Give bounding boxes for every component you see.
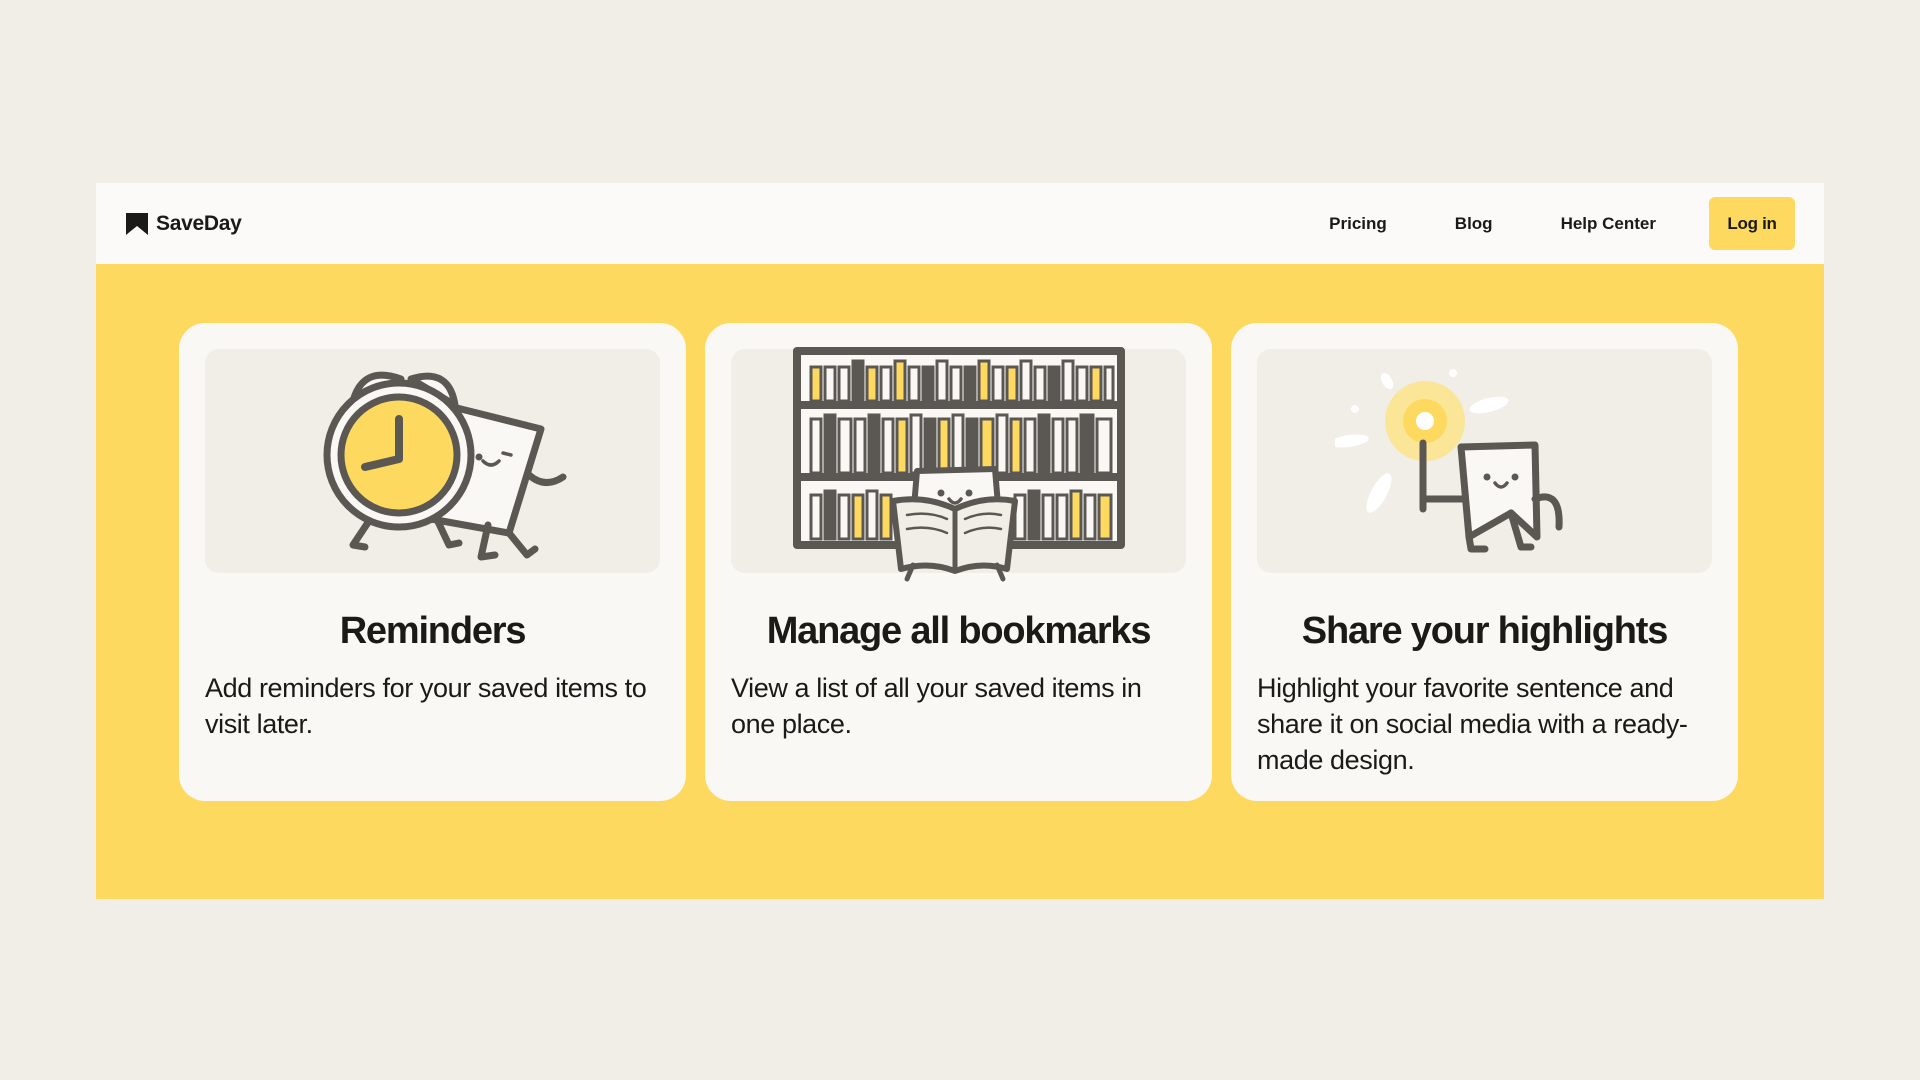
illustration-panel bbox=[731, 347, 1186, 582]
feature-card-reminders: Reminders Add reminders for your saved i… bbox=[179, 323, 686, 801]
bookshelf-icon bbox=[792, 347, 1125, 582]
bookmark-icon bbox=[126, 212, 148, 235]
brand-name: SaveDay bbox=[156, 211, 242, 235]
login-button[interactable]: Log in bbox=[1709, 197, 1795, 250]
feature-title: Manage all bookmarks bbox=[766, 610, 1152, 652]
feature-title: Reminders bbox=[339, 610, 527, 652]
nav-link-help-center[interactable]: Help Center bbox=[1561, 214, 1656, 234]
top-navbar: SaveDay Pricing Blog Help Center Log in bbox=[96, 183, 1824, 264]
nav-link-blog[interactable]: Blog bbox=[1455, 214, 1493, 234]
feature-description: View a list of all your saved items in o… bbox=[731, 673, 1142, 739]
landing-section: SaveDay Pricing Blog Help Center Log in bbox=[96, 183, 1824, 899]
feature-card-highlights: Share your highlights Highlight your fav… bbox=[1231, 323, 1738, 801]
highlight-torch-icon bbox=[1334, 369, 1563, 553]
nav-menu: Pricing Blog Help Center Log in bbox=[1329, 197, 1795, 250]
feature-card-bookmarks: Manage all bookmarks View a list of all … bbox=[705, 323, 1212, 801]
feature-description: Highlight your favorite sentence and sha… bbox=[1257, 673, 1688, 775]
brand-logo[interactable]: SaveDay bbox=[124, 211, 242, 237]
feature-title: Share your highlights bbox=[1301, 610, 1669, 652]
feature-description: Add reminders for your saved items to vi… bbox=[205, 673, 647, 739]
nav-link-pricing[interactable]: Pricing bbox=[1329, 214, 1387, 234]
illustration-panel bbox=[205, 349, 660, 573]
illustration-panel bbox=[1257, 349, 1712, 573]
feature-cards: Reminders Add reminders for your saved i… bbox=[179, 323, 1738, 801]
alarm-clock-icon bbox=[323, 371, 566, 561]
